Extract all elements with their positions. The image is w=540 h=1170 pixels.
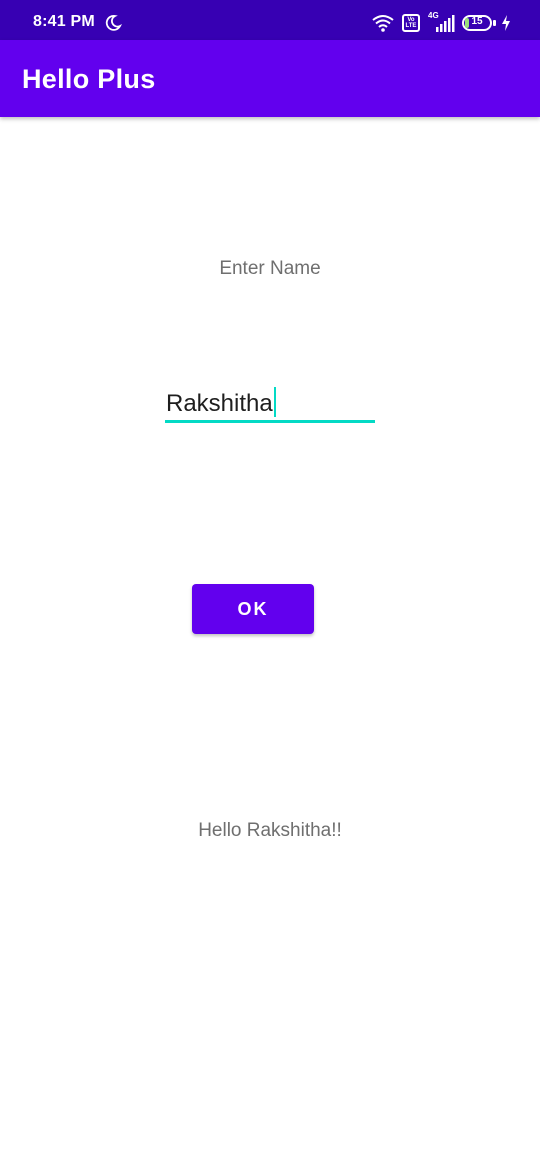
- name-input[interactable]: Rakshitha: [165, 383, 375, 423]
- charging-icon: [502, 15, 510, 31]
- text-cursor: [273, 387, 276, 417]
- ok-button[interactable]: OK: [192, 584, 314, 634]
- volte-icon: Vo LTE: [402, 14, 420, 32]
- moon-icon: [105, 15, 122, 31]
- battery-level: 15: [471, 16, 483, 27]
- enter-name-label: Enter Name: [219, 258, 321, 279]
- wifi-icon: [372, 15, 394, 32]
- status-bar: 8:41 PM Vo LTE 4G 15: [0, 0, 540, 40]
- greeting-text: Hello Rakshitha!!: [198, 820, 342, 841]
- battery-icon: 15: [462, 15, 496, 31]
- name-input-value: Rakshitha: [166, 387, 276, 418]
- app-title: Hello Plus: [22, 64, 156, 94]
- status-time: 8:41 PM: [33, 13, 95, 30]
- signal-icon: [436, 15, 455, 32]
- app-screen: 8:41 PM Vo LTE 4G 15 Hello Plus Enter Na…: [0, 0, 540, 1170]
- app-bar: Hello Plus: [0, 40, 540, 117]
